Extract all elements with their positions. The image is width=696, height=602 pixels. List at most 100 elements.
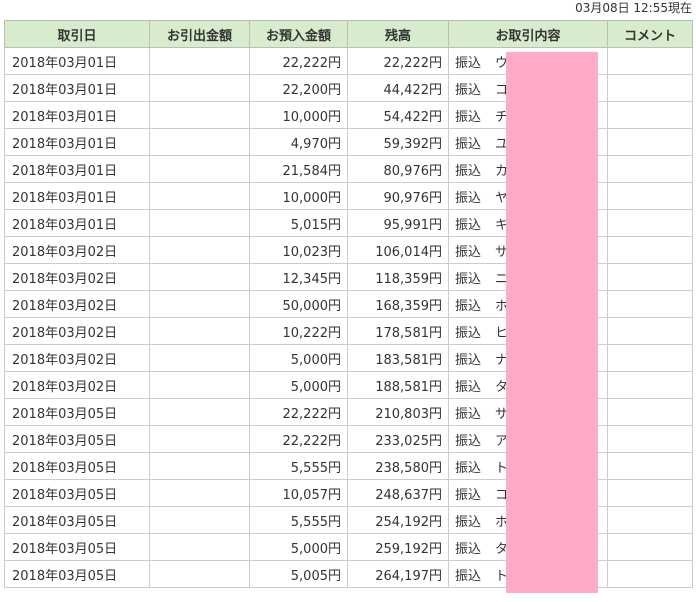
cell-withdrawal: [149, 155, 250, 183]
cell-deposit: 5,015円: [249, 209, 348, 237]
cell-withdrawal: [149, 47, 250, 75]
column-header-description: お取引内容: [448, 20, 608, 48]
cell-withdrawal: [149, 479, 250, 507]
cell-date: 2018年03月02日: [4, 371, 150, 399]
transaction-type-label: 振込: [455, 163, 482, 179]
cell-date: 2018年03月05日: [4, 506, 150, 534]
cell-withdrawal: [149, 398, 250, 426]
cell-comment: [607, 560, 693, 588]
cell-withdrawal: [149, 344, 250, 372]
cell-comment: [607, 398, 693, 426]
cell-withdrawal: [149, 236, 250, 264]
cell-balance: 80,976円: [347, 155, 449, 183]
cell-date: 2018年03月05日: [4, 479, 150, 507]
cell-date: 2018年03月01日: [4, 74, 150, 102]
cell-comment: [607, 479, 693, 507]
cell-date: 2018年03月01日: [4, 182, 150, 210]
cell-date: 2018年03月05日: [4, 452, 150, 480]
cell-withdrawal: [149, 533, 250, 561]
cell-comment: [607, 128, 693, 156]
cell-withdrawal: [149, 128, 250, 156]
cell-comment: [607, 317, 693, 345]
cell-comment: [607, 236, 693, 264]
cell-date: 2018年03月02日: [4, 290, 150, 318]
cell-deposit: 10,000円: [249, 101, 348, 129]
cell-balance: 22,222円: [347, 47, 449, 75]
cell-deposit: 4,970円: [249, 128, 348, 156]
transaction-type-label: 振込: [455, 217, 482, 233]
cell-comment: [607, 506, 693, 534]
transaction-type-label: 振込: [455, 136, 482, 152]
cell-withdrawal: [149, 371, 250, 399]
cell-balance: 188,581円: [347, 371, 449, 399]
transaction-type-label: 振込: [455, 541, 482, 557]
cell-comment: [607, 371, 693, 399]
cell-withdrawal: [149, 425, 250, 453]
cell-balance: 238,580円: [347, 452, 449, 480]
cell-deposit: 10,000円: [249, 182, 348, 210]
as-of-timestamp: 03月08日 12:55現在: [575, 1, 692, 15]
transaction-type-label: 振込: [455, 568, 482, 584]
cell-withdrawal: [149, 560, 250, 588]
cell-balance: 210,803円: [347, 398, 449, 426]
cell-date: 2018年03月01日: [4, 47, 150, 75]
transaction-type-label: 振込: [455, 244, 482, 260]
cell-date: 2018年03月05日: [4, 398, 150, 426]
column-header-balance: 残高: [347, 20, 449, 48]
cell-withdrawal: [149, 209, 250, 237]
cell-date: 2018年03月01日: [4, 155, 150, 183]
cell-comment: [607, 263, 693, 291]
cell-date: 2018年03月02日: [4, 236, 150, 264]
cell-balance: 59,392円: [347, 128, 449, 156]
cell-balance: 168,359円: [347, 290, 449, 318]
cell-deposit: 5,000円: [249, 344, 348, 372]
redaction-block: [506, 52, 598, 593]
cell-balance: 95,991円: [347, 209, 449, 237]
cell-comment: [607, 209, 693, 237]
cell-balance: 233,025円: [347, 425, 449, 453]
cell-balance: 106,014円: [347, 236, 449, 264]
cell-comment: [607, 101, 693, 129]
cell-withdrawal: [149, 263, 250, 291]
cell-deposit: 22,222円: [249, 398, 348, 426]
cell-date: 2018年03月05日: [4, 425, 150, 453]
cell-balance: 254,192円: [347, 506, 449, 534]
transaction-type-label: 振込: [455, 433, 482, 449]
cell-comment: [607, 290, 693, 318]
cell-balance: 54,422円: [347, 101, 449, 129]
column-header-deposit: お預入金額: [249, 20, 348, 48]
cell-deposit: 5,555円: [249, 506, 348, 534]
cell-withdrawal: [149, 74, 250, 102]
transaction-type-label: 振込: [455, 460, 482, 476]
transaction-type-label: 振込: [455, 352, 482, 368]
cell-balance: 178,581円: [347, 317, 449, 345]
cell-date: 2018年03月02日: [4, 263, 150, 291]
cell-date: 2018年03月05日: [4, 533, 150, 561]
cell-balance: 264,197円: [347, 560, 449, 588]
cell-comment: [607, 155, 693, 183]
cell-balance: 248,637円: [347, 479, 449, 507]
cell-comment: [607, 533, 693, 561]
cell-deposit: 21,584円: [249, 155, 348, 183]
column-header-comment: コメント: [607, 20, 693, 48]
cell-withdrawal: [149, 506, 250, 534]
transaction-type-label: 振込: [455, 190, 482, 206]
cell-comment: [607, 74, 693, 102]
cell-deposit: 5,000円: [249, 533, 348, 561]
cell-deposit: 10,057円: [249, 479, 348, 507]
cell-deposit: 22,200円: [249, 74, 348, 102]
cell-balance: 183,581円: [347, 344, 449, 372]
cell-deposit: 22,222円: [249, 47, 348, 75]
transaction-type-label: 振込: [455, 82, 482, 98]
cell-comment: [607, 182, 693, 210]
transaction-type-label: 振込: [455, 379, 482, 395]
transaction-type-label: 振込: [455, 109, 482, 125]
cell-withdrawal: [149, 182, 250, 210]
column-header-withdrawal: お引出金額: [149, 20, 250, 48]
cell-deposit: 50,000円: [249, 290, 348, 318]
transaction-type-label: 振込: [455, 55, 482, 71]
cell-balance: 44,422円: [347, 74, 449, 102]
cell-deposit: 5,000円: [249, 371, 348, 399]
cell-date: 2018年03月01日: [4, 209, 150, 237]
cell-withdrawal: [149, 290, 250, 318]
